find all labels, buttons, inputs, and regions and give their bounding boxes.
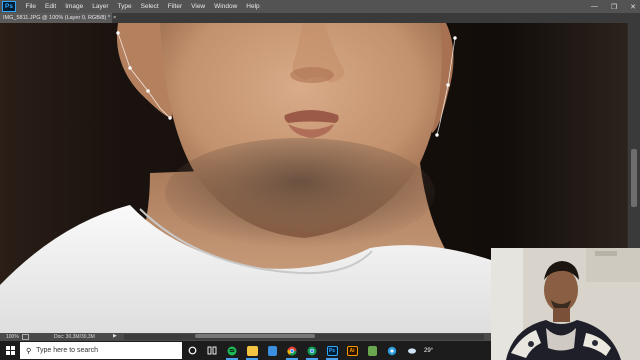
files-icon[interactable] bbox=[262, 341, 282, 360]
illustrator-icon[interactable]: Ai bbox=[342, 341, 362, 360]
chrome-alt-icon[interactable] bbox=[302, 341, 322, 360]
temperature-label: 29° bbox=[424, 347, 434, 354]
menu-edit[interactable]: Edit bbox=[40, 0, 60, 13]
horizontal-scroll-thumb[interactable] bbox=[195, 334, 315, 338]
weather-icon[interactable] bbox=[402, 341, 422, 360]
chrome-icon[interactable] bbox=[282, 341, 302, 360]
illustrator-label: Ai bbox=[346, 345, 358, 356]
photoshop-label: Ps bbox=[326, 345, 338, 356]
menu-view[interactable]: View bbox=[187, 0, 210, 13]
tab-close-icon[interactable]: × bbox=[113, 15, 116, 21]
restore-icon[interactable]: ❐ bbox=[611, 3, 617, 11]
photoshop-window: Ps File Edit Image Layer Type Select Fil… bbox=[0, 0, 640, 360]
start-button[interactable] bbox=[0, 341, 20, 360]
menu-type[interactable]: Type bbox=[113, 0, 136, 13]
zoom-level[interactable]: 100% bbox=[6, 334, 19, 340]
search-icon: ⚲ bbox=[26, 347, 32, 355]
photoshop-icon[interactable]: Ps bbox=[322, 341, 342, 360]
minimize-icon[interactable]: — bbox=[591, 3, 598, 10]
export-icon[interactable] bbox=[22, 334, 29, 340]
windows-logo-icon bbox=[5, 346, 15, 355]
task-view-icon[interactable] bbox=[202, 341, 222, 360]
webcam-image bbox=[491, 248, 640, 360]
photoshop-logo: Ps bbox=[2, 1, 16, 12]
app-icon[interactable] bbox=[362, 341, 382, 360]
menu-help[interactable]: Help bbox=[242, 0, 264, 13]
menu-image[interactable]: Image bbox=[61, 0, 88, 13]
document-tab[interactable]: IMG_5811.JPG @ 100% (Layer 0, RGB/8) * × bbox=[0, 13, 116, 23]
spotify-icon[interactable] bbox=[222, 341, 242, 360]
document-size: Doc: 30,3M/30,3M bbox=[54, 334, 95, 340]
menu-window[interactable]: Window bbox=[210, 0, 242, 13]
close-icon[interactable]: ✕ bbox=[630, 3, 636, 11]
search-box[interactable]: ⚲ Type here to search bbox=[20, 342, 182, 359]
webcam-overlay bbox=[491, 248, 640, 360]
menu-select[interactable]: Select bbox=[136, 0, 163, 13]
document-tab-title: IMG_5811.JPG @ 100% (Layer 0, RGB/8) * bbox=[3, 15, 110, 21]
status-menu-arrow-icon[interactable]: ▶ bbox=[113, 333, 117, 339]
file-explorer-icon[interactable] bbox=[242, 341, 262, 360]
settings-icon[interactable] bbox=[382, 341, 402, 360]
menu-bar: Ps File Edit Image Layer Type Select Fil… bbox=[0, 0, 640, 13]
menu-filter[interactable]: Filter bbox=[163, 0, 186, 13]
vertical-scroll-thumb[interactable] bbox=[631, 149, 637, 207]
menu-file[interactable]: File bbox=[21, 0, 40, 13]
cortana-icon[interactable] bbox=[182, 341, 202, 360]
menu-layer[interactable]: Layer bbox=[88, 0, 113, 13]
search-placeholder: Type here to search bbox=[36, 347, 99, 354]
document-tab-bar: IMG_5811.JPG @ 100% (Layer 0, RGB/8) * × bbox=[0, 13, 640, 23]
window-controls: — ❐ ✕ bbox=[591, 0, 636, 13]
